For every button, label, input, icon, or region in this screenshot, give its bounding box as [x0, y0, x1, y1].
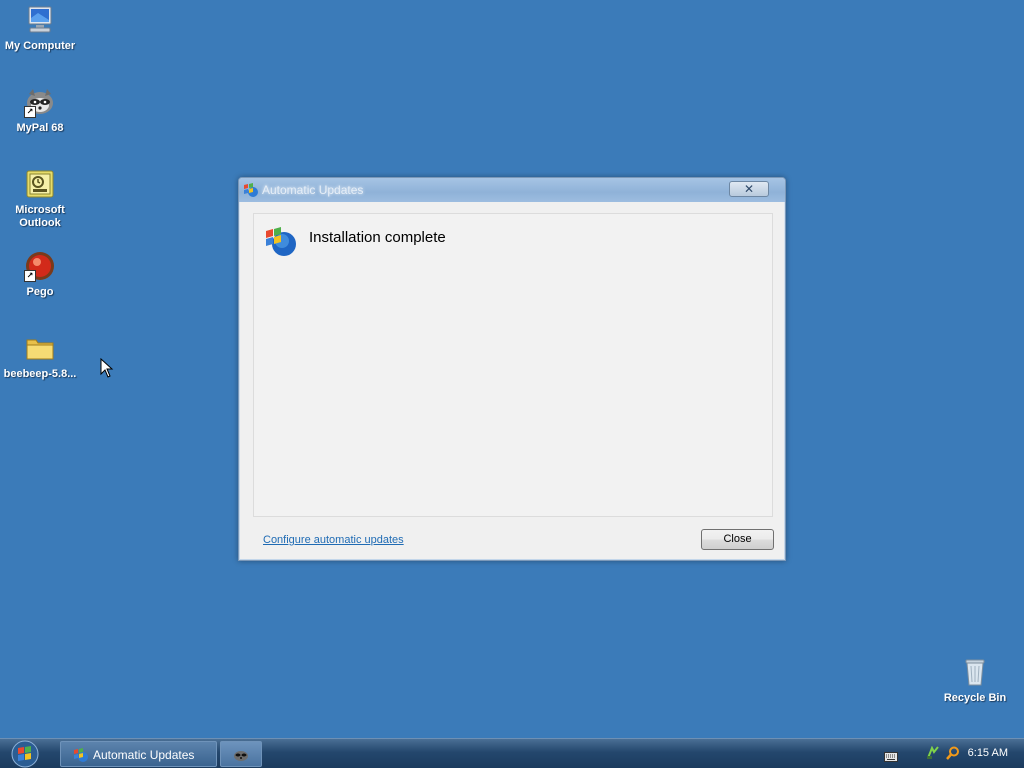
start-button[interactable] — [8, 740, 42, 768]
network-icon[interactable] — [926, 745, 940, 760]
desktop-icon-outlook[interactable]: Microsoft Outlook — [0, 168, 80, 230]
desktop-icon-beebeep-folder[interactable]: beebeep-5.8... — [0, 332, 80, 381]
computer-icon — [24, 4, 56, 36]
raccoon-browser-icon: ↗ — [24, 86, 56, 118]
automatic-updates-dialog: Automatic Updates ✕ Installation complet… — [238, 177, 786, 561]
windows-update-icon — [264, 224, 298, 258]
desktop-icon-label: Microsoft Outlook — [15, 204, 65, 229]
taskbar-button-mypal[interactable] — [220, 741, 262, 767]
windows-logo-icon — [11, 740, 39, 768]
dialog-client-area: Installation complete Configure automati… — [240, 202, 784, 559]
desktop-icon-label: My Computer — [4, 40, 76, 52]
desktop-icon-my-computer[interactable]: My Computer — [0, 4, 80, 53]
windows-update-icon — [243, 182, 259, 198]
folder-icon — [24, 332, 56, 364]
dialog-titlebar[interactable]: Automatic Updates ✕ — [239, 178, 785, 202]
desktop: My Computer ↗ MyPal 68 Microsoft Outlook… — [0, 0, 1024, 738]
titlebar-close-button[interactable]: ✕ — [729, 181, 769, 197]
configure-updates-link[interactable]: Configure automatic updates — [263, 534, 404, 546]
search-icon[interactable] — [946, 746, 960, 760]
system-tray: 6:15 AM — [864, 739, 1024, 768]
mouse-cursor-icon — [100, 357, 114, 378]
taskbar: Automatic Updates 6:15 AM — [0, 738, 1024, 768]
desktop-icon-label: Recycle Bin — [943, 692, 1007, 704]
shortcut-arrow-icon: ↗ — [24, 270, 36, 282]
close-button[interactable]: Close — [701, 529, 774, 550]
taskbar-button-automatic-updates[interactable]: Automatic Updates — [60, 741, 217, 767]
desktop-icon-label: Pego — [26, 286, 54, 298]
keyboard-icon[interactable] — [884, 749, 898, 762]
desktop-icon-pego[interactable]: ↗ Pego — [0, 250, 80, 299]
desktop-icon-recycle-bin[interactable]: Recycle Bin — [935, 656, 1015, 705]
outlook-icon — [24, 168, 56, 200]
status-heading: Installation complete — [309, 229, 446, 246]
desktop-icon-mypal[interactable]: ↗ MyPal 68 — [0, 86, 80, 135]
raccoon-icon — [233, 747, 249, 763]
pego-icon: ↗ — [24, 250, 56, 282]
shortcut-arrow-icon: ↗ — [24, 106, 36, 118]
status-panel: Installation complete — [253, 213, 773, 517]
desktop-icon-label: MyPal 68 — [16, 122, 64, 134]
windows-update-icon — [73, 747, 89, 763]
clock[interactable]: 6:15 AM — [968, 747, 1008, 759]
close-icon: ✕ — [743, 182, 755, 196]
recycle-bin-icon — [959, 656, 991, 688]
taskbar-button-label: Automatic Updates — [93, 748, 195, 762]
dialog-title: Automatic Updates — [262, 183, 364, 197]
desktop-icon-label: beebeep-5.8... — [3, 368, 77, 380]
